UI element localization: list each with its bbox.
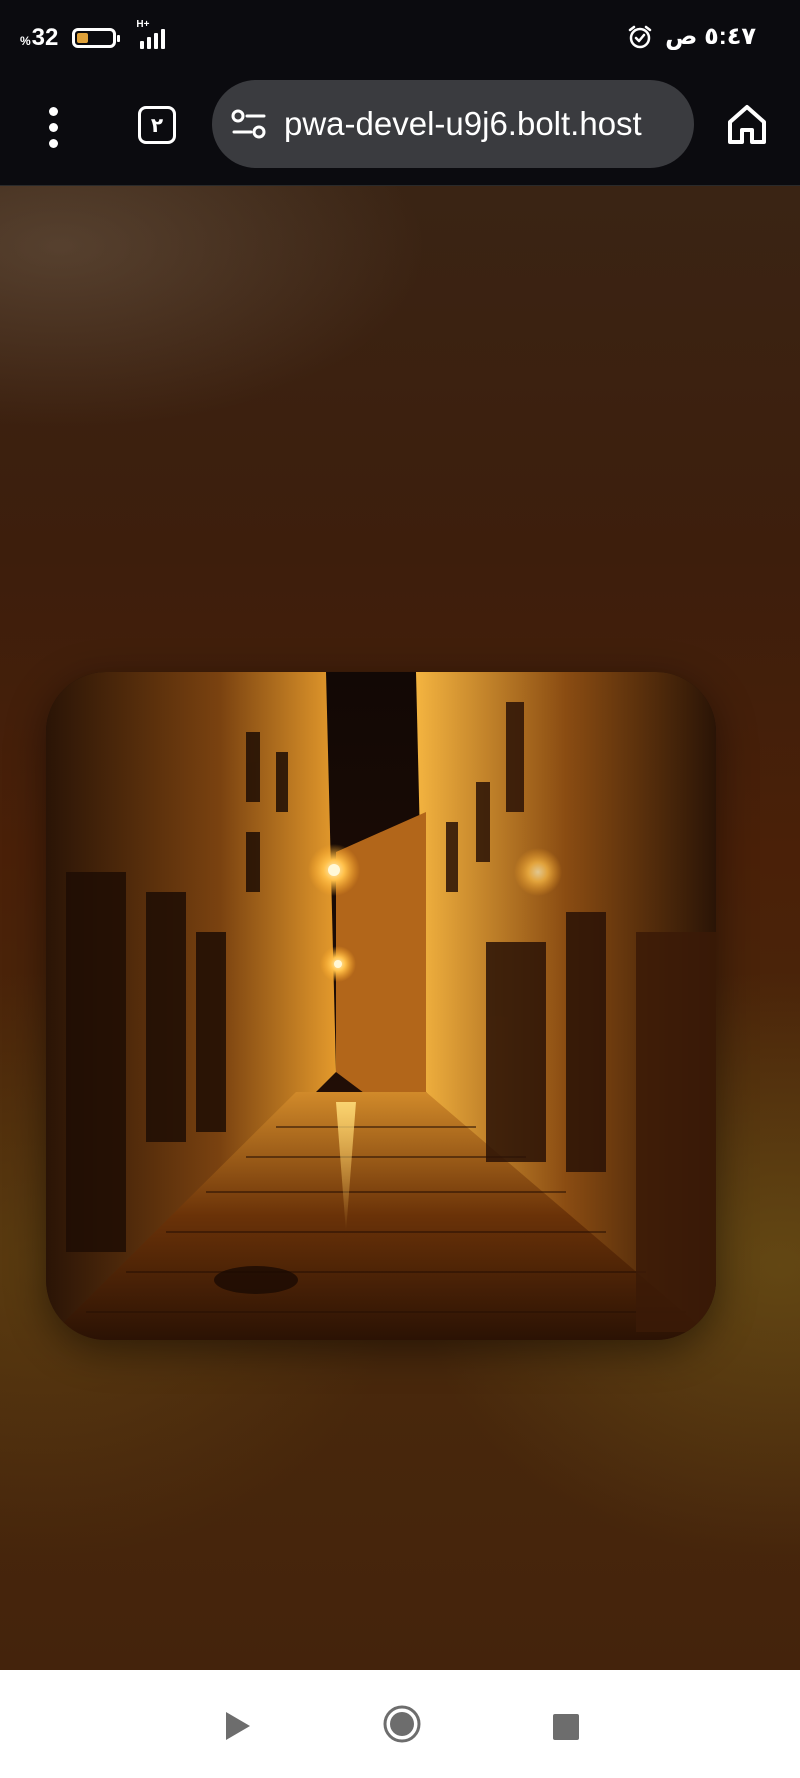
url-text[interactable]: pwa-devel-u9j6.bolt.host [284,105,642,143]
signal-bar [140,41,145,49]
tab-count: ٢ [150,114,164,137]
network-type: H+ [136,19,150,30]
more-vert-icon[interactable] [36,102,70,152]
battery-percent: % 32 [20,24,58,52]
signal-bar [154,33,159,49]
status-left: % 32 H+ [20,19,166,52]
tab-switcher-button[interactable]: ٢ [138,106,176,144]
night-alley-photo [46,672,716,1340]
browser-toolbar: ٢ pwa-devel-u9j6.bolt.host [0,80,800,186]
clock-time: ٥:٤٧ ص [665,23,756,50]
battery-icon [72,28,121,48]
battery-percent-sign: % [20,34,31,48]
battery-percent-value: 32 [31,24,59,51]
recents-square-icon[interactable] [553,1714,579,1740]
alley-illustration [46,672,716,1340]
menu-dot [48,106,58,116]
web-page [0,186,800,1670]
signal-bar [161,29,166,49]
address-bar[interactable]: pwa-devel-u9j6.bolt.host [212,80,694,168]
phone-screen: % 32 H+ ٥:٤٧ ص ٢ pwa-devel-u9j6.bolt.hos… [0,0,800,1778]
home-icon[interactable] [726,102,768,146]
alarm-icon [628,25,652,48]
signal-icon: H+ [136,19,166,49]
battery-fill [77,33,89,43]
system-nav-bar [0,1670,800,1778]
back-triangle-icon[interactable] [226,1712,250,1740]
status-right: ٥:٤٧ ص [627,22,756,51]
status-bar: % 32 H+ ٥:٤٧ ص [0,0,800,80]
home-circle-icon[interactable] [382,1704,422,1744]
menu-dot [48,138,58,148]
signal-bar [147,37,152,49]
tune-icon[interactable] [230,107,268,141]
menu-dot [48,122,58,132]
